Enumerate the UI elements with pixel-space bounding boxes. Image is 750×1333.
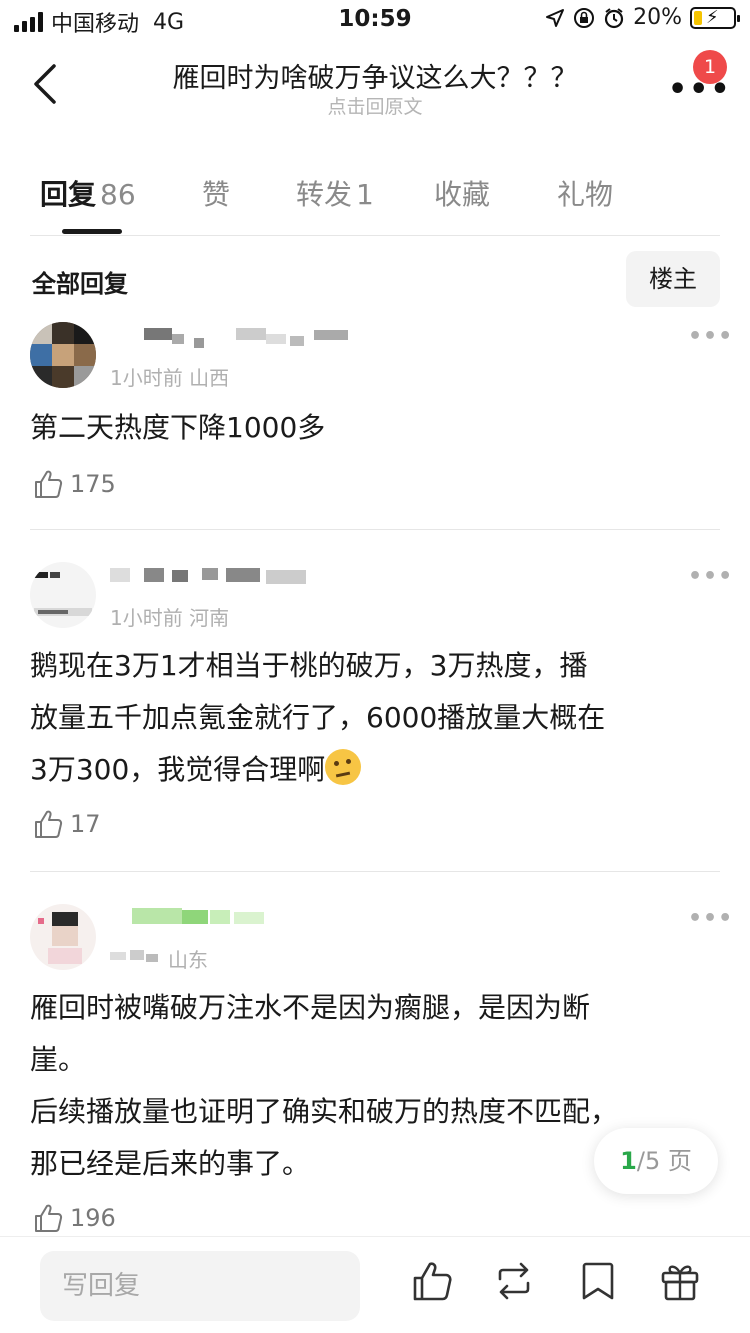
thumbs-up-icon	[35, 1204, 63, 1232]
tab-label: 回复	[40, 178, 97, 211]
avatar[interactable]	[30, 562, 96, 628]
thumbs-up-icon	[35, 810, 63, 838]
comment-line: 崖。	[30, 1043, 87, 1076]
gift-icon[interactable]	[658, 1259, 702, 1303]
active-tab-indicator	[62, 229, 122, 234]
tab-likes[interactable]: 赞	[202, 173, 230, 213]
comment-line: 3万300，我觉得合理啊	[30, 744, 720, 796]
reply-input[interactable]: 写回复	[40, 1251, 360, 1321]
avatar[interactable]	[30, 322, 96, 388]
thinking-face-emoji-icon	[325, 749, 362, 785]
battery-fill	[694, 10, 702, 25]
comment-line: 第二天热度下降1000多	[30, 411, 326, 444]
username-redacted[interactable]	[110, 902, 350, 926]
header: 雁回时为啥破万争议这么大？？？ 点击回原文 ••• 1	[0, 40, 750, 130]
like-button[interactable]: 175	[32, 468, 116, 500]
like-button[interactable]: 17	[32, 808, 101, 840]
page-title: 雁回时为啥破万争议这么大？？？	[172, 63, 578, 94]
tab-count: 86	[100, 178, 136, 211]
comment-text: 第二天热度下降1000多	[30, 402, 720, 454]
charging-icon: ⚡	[706, 6, 719, 28]
like-count: 196	[70, 1204, 116, 1232]
thumbs-up-icon	[35, 470, 63, 498]
tab-bar: 回复 86 赞 转发 1 收藏 礼物	[0, 165, 750, 235]
comment-meta: 1小时前 河南	[110, 606, 230, 630]
location-icon	[546, 8, 565, 27]
repost-icon[interactable]	[492, 1259, 536, 1303]
comment-meta: 1小时前 山西	[110, 366, 230, 390]
tab-gifts[interactable]: 礼物	[557, 173, 613, 213]
tab-label: 礼物	[557, 178, 614, 211]
back-to-original-link[interactable]: 点击回原文	[0, 92, 750, 119]
section-title: 全部回复	[32, 270, 128, 298]
timestamp-redacted	[110, 950, 158, 962]
comment-text: 鹅现在3万1才相当于桃的破万，3万热度，播 放量五千加点氪金就行了，6000播放…	[30, 640, 720, 796]
battery-icon: ⚡	[690, 6, 740, 29]
total-pages: /5 页	[636, 1147, 692, 1175]
like-button[interactable]: 196	[32, 1202, 116, 1234]
comment-meta: 山东	[168, 948, 208, 972]
comment-divider	[30, 529, 720, 530]
username-redacted[interactable]	[110, 324, 350, 348]
rotation-lock-icon	[574, 7, 595, 28]
status-right: 20% ⚡	[545, 5, 740, 30]
op-only-filter-button[interactable]: 楼主	[626, 251, 720, 307]
alarm-icon	[604, 7, 624, 28]
comment-line: 雁回时被嘴破万注水不是因为瘸腿，是因为断	[30, 991, 591, 1024]
page-indicator[interactable]: 1/5 页	[594, 1128, 718, 1194]
comment-line: 鹅现在3万1才相当于桃的破万，3万热度，播	[30, 649, 588, 682]
comment-line-text: 3万300，我觉得合理啊	[30, 753, 326, 786]
username-redacted[interactable]	[110, 564, 350, 588]
current-page: 1	[620, 1147, 637, 1175]
tab-favorites[interactable]: 收藏	[434, 173, 490, 213]
tab-label: 赞	[202, 178, 231, 211]
comment-divider	[30, 871, 720, 872]
status-bar: 中国移动 4G 10:59 20% ⚡	[0, 0, 750, 40]
like-count: 175	[70, 470, 116, 498]
tab-label: 转发	[296, 178, 353, 211]
like-count: 17	[70, 810, 101, 838]
tab-reposts[interactable]: 转发 1	[296, 173, 374, 213]
comment-line: 放量五千加点氪金就行了，6000播放量大概在	[30, 701, 606, 734]
tabs-divider	[30, 235, 720, 236]
thumbs-up-icon[interactable]	[410, 1259, 454, 1303]
bookmark-icon[interactable]	[576, 1259, 620, 1303]
comment-more-icon[interactable]: •••	[688, 906, 733, 931]
battery-percent: 20%	[633, 5, 682, 30]
tab-replies[interactable]: 回复 86	[40, 173, 136, 213]
avatar[interactable]	[30, 904, 96, 970]
tab-count: 1	[356, 178, 374, 211]
bottom-action-bar: 写回复	[0, 1236, 750, 1333]
notification-badge: 1	[693, 50, 727, 84]
comment-more-icon[interactable]: •••	[688, 324, 733, 349]
comment-more-icon[interactable]: •••	[688, 564, 733, 589]
tab-label: 收藏	[434, 178, 491, 211]
